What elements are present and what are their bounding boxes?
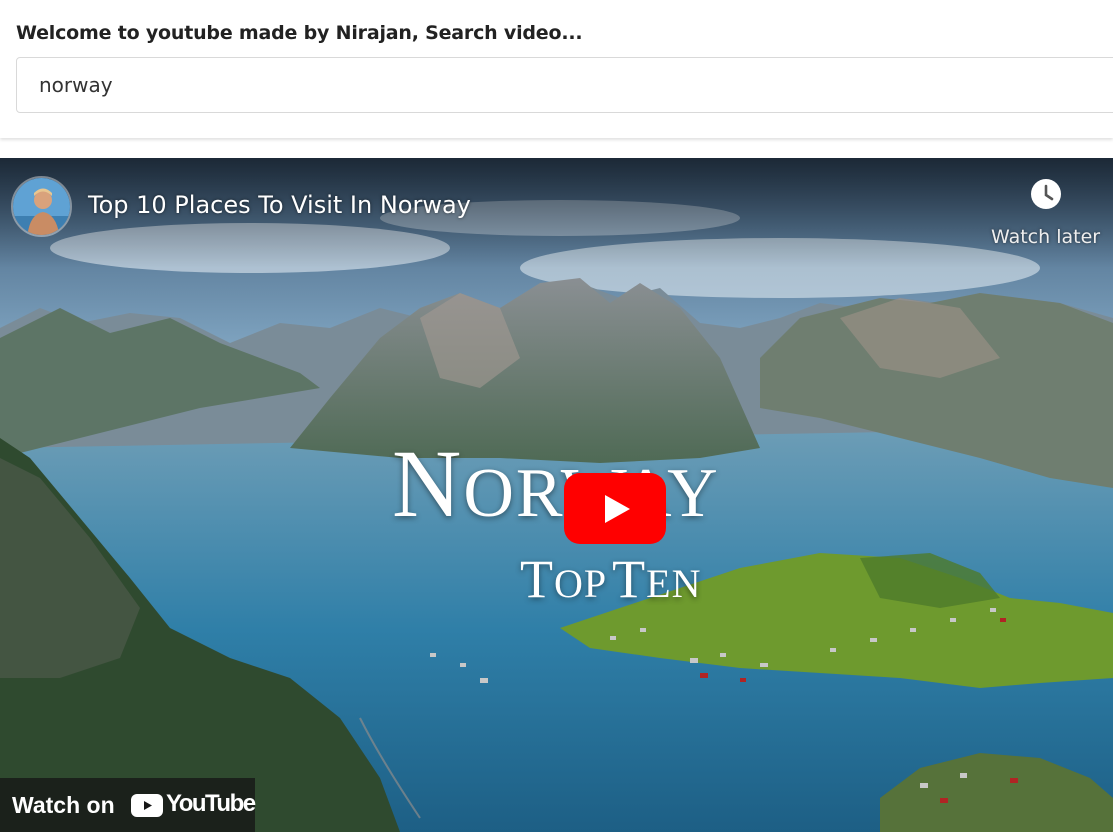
page-title: Welcome to youtube made by Nirajan, Sear…	[16, 22, 583, 44]
watch-on-youtube-button[interactable]: Watch on YouTube	[0, 778, 256, 832]
youtube-logo-icon	[131, 794, 163, 817]
watch-on-label: Watch on	[12, 792, 115, 818]
clock-icon	[1031, 179, 1061, 209]
app-header: Welcome to youtube made by Nirajan, Sear…	[0, 0, 1113, 138]
search-input[interactable]	[16, 57, 1113, 113]
youtube-brand-text: YouTube	[166, 790, 256, 817]
play-button[interactable]	[564, 473, 666, 544]
watch-later-button[interactable]: Watch later	[980, 178, 1110, 250]
video-player[interactable]: Top 10 Places To Visit In Norway Watch l…	[0, 158, 1113, 832]
video-title-link[interactable]: Top 10 Places To Visit In Norway	[88, 191, 471, 219]
watch-later-label: Watch later	[991, 226, 1101, 248]
thumbnail-title-text: NORWAY	[392, 430, 718, 537]
thumbnail-subtitle-text: TOP TEN	[520, 549, 702, 609]
channel-avatar[interactable]	[11, 176, 72, 237]
